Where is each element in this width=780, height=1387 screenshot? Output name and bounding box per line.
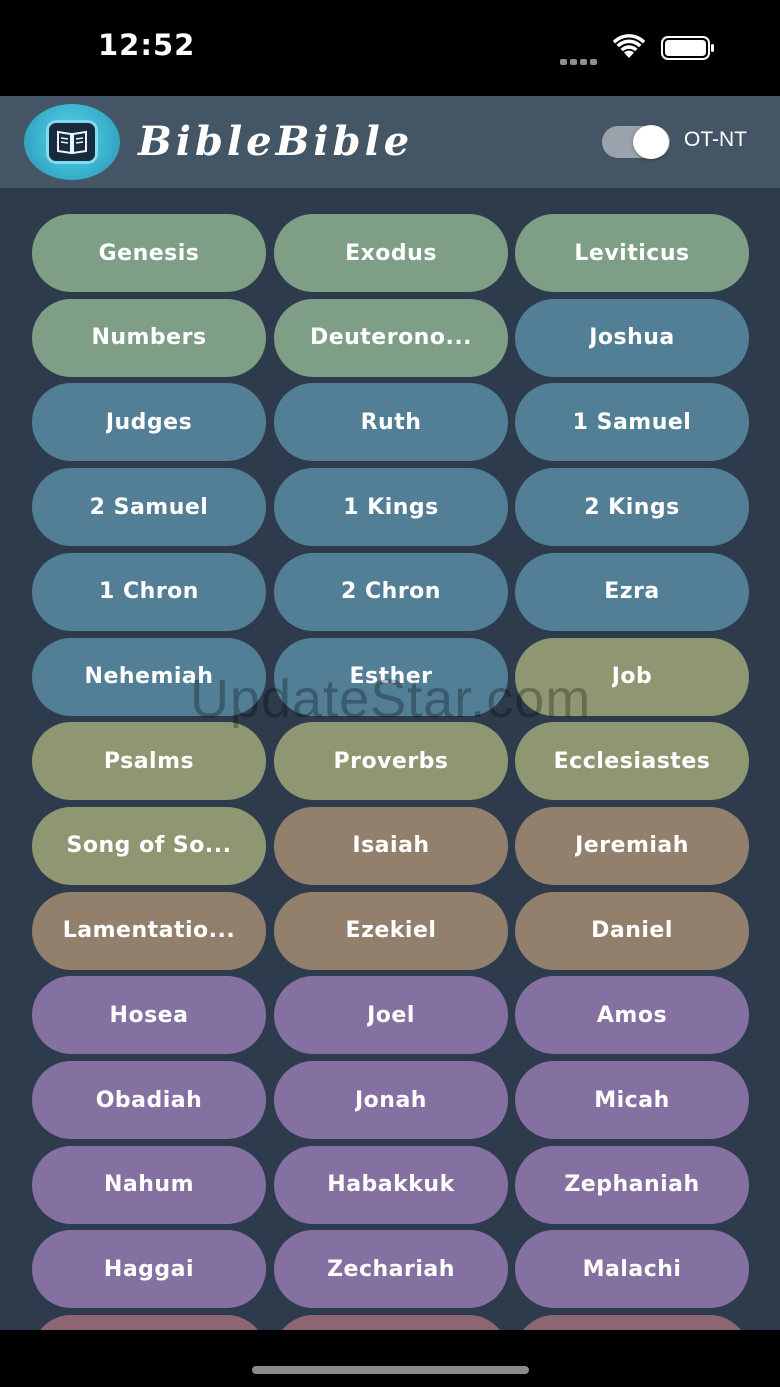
book-label: Zechariah: [327, 1256, 455, 1282]
book-label: Zephaniah: [564, 1172, 700, 1198]
toggle-knob[interactable]: [633, 125, 669, 159]
book-button[interactable]: Malachi: [515, 1230, 749, 1309]
book-label: Amos: [596, 1002, 668, 1028]
book-button[interactable]: Zephaniah: [515, 1145, 749, 1224]
book-label: Numbers: [91, 325, 207, 351]
book-grid: Genesis Exodus Leviticus Numbers Deuterono..…: [0, 188, 780, 1330]
book-button[interactable]: 1 Chron: [32, 552, 266, 631]
book-button[interactable]: [32, 1315, 266, 1330]
book-label: Nehemiah: [84, 664, 214, 689]
toggle-label: OT-NT: [684, 128, 747, 151]
book-button[interactable]: Joshua: [515, 298, 749, 377]
book-label: Nahum: [103, 1172, 194, 1198]
book-button[interactable]: Numbers: [32, 298, 266, 377]
book-button[interactable]: Obadiah: [32, 1061, 266, 1139]
book-button[interactable]: 1 Samuel: [515, 383, 749, 462]
wifi-icon: [612, 34, 646, 58]
book-button[interactable]: Amos: [515, 976, 749, 1055]
book-button[interactable]: Deuterono...: [274, 298, 508, 377]
book-label: Job: [611, 664, 653, 689]
book-label: Micah: [594, 1087, 670, 1113]
book-button[interactable]: Song of So...: [32, 806, 266, 885]
battery-icon: [661, 36, 714, 60]
book-button[interactable]: Haggai: [32, 1230, 266, 1309]
book-label: 2 Kings: [584, 494, 680, 520]
book-label: Exodus: [345, 240, 437, 266]
book-label: 1 Kings: [343, 494, 439, 520]
book-button[interactable]: Jeremiah: [515, 806, 749, 885]
cellular-signal-icon: [560, 50, 600, 65]
book-button[interactable]: Proverbs: [274, 722, 508, 801]
book-label: Haggai: [103, 1256, 195, 1282]
book-label: Joshua: [589, 325, 675, 351]
book-label: 2 Samuel: [89, 494, 209, 520]
book-label: Ruth: [360, 409, 422, 435]
book-button[interactable]: Ezra: [515, 552, 749, 631]
book-label: 1 Chron: [99, 579, 199, 605]
book-button[interactable]: Leviticus: [515, 214, 749, 292]
book-button[interactable]: Psalms: [32, 722, 266, 801]
book-label: Genesis: [98, 240, 200, 266]
book-label: Isaiah: [352, 833, 430, 859]
book-button[interactable]: 2 Kings: [515, 468, 749, 547]
book-button[interactable]: Nahum: [32, 1145, 266, 1224]
book-button[interactable]: Ezekiel: [274, 891, 508, 970]
book-label: Esther: [349, 664, 433, 689]
book-button[interactable]: Isaiah: [274, 806, 508, 885]
book-button[interactable]: 1 Kings: [274, 468, 508, 547]
book-label: 1 Samuel: [572, 409, 692, 435]
book-button[interactable]: Jonah: [274, 1061, 508, 1139]
book-label: Daniel: [591, 918, 673, 944]
book-label: Song of So...: [66, 833, 232, 859]
book-label: Jeremiah: [575, 833, 689, 859]
book-button[interactable]: 2 Samuel: [32, 468, 266, 547]
book-button[interactable]: Habakkuk: [274, 1145, 508, 1224]
book-button[interactable]: [515, 1315, 749, 1330]
book-button[interactable]: Genesis: [32, 214, 266, 292]
status-time: 12:52: [98, 28, 196, 62]
book-label: Deuterono...: [309, 325, 473, 351]
book-button[interactable]: [274, 1315, 508, 1330]
book-button[interactable]: Hosea: [32, 976, 266, 1055]
book-label: Obadiah: [95, 1087, 203, 1113]
book-button[interactable]: Joel: [274, 976, 508, 1055]
app-logo: [24, 104, 120, 180]
ot-nt-toggle[interactable]: [602, 125, 670, 159]
home-indicator[interactable]: [252, 1366, 529, 1374]
status-bar: 12:52: [0, 0, 780, 96]
book-label: Psalms: [103, 748, 195, 774]
book-label: Lamentatio...: [62, 918, 236, 944]
book-icon: [57, 130, 87, 155]
book-button[interactable]: Daniel: [515, 891, 749, 970]
book-button[interactable]: Ruth: [274, 383, 508, 462]
book-label: Habakkuk: [327, 1172, 455, 1198]
home-bar-area: [0, 1330, 780, 1387]
book-label: Ecclesiastes: [553, 748, 711, 774]
book-label: Jonah: [355, 1087, 427, 1113]
book-button[interactable]: Exodus: [274, 214, 508, 292]
book-button[interactable]: Job: [515, 637, 749, 716]
book-button[interactable]: Ecclesiastes: [515, 722, 749, 801]
book-label: Hosea: [109, 1002, 189, 1028]
book-label: Leviticus: [574, 240, 690, 266]
app-header: BibleBible OT-NT: [0, 96, 780, 188]
book-label: 2 Chron: [341, 579, 441, 605]
book-label: Ezekiel: [345, 918, 437, 944]
book-button[interactable]: Nehemiah: [32, 637, 266, 716]
app-title: BibleBible: [138, 118, 414, 165]
book-label: Proverbs: [333, 748, 449, 774]
book-label: Joel: [367, 1002, 415, 1028]
book-label: Ezra: [604, 579, 660, 605]
book-button[interactable]: Esther: [274, 637, 508, 716]
book-button[interactable]: Zechariah: [274, 1230, 508, 1309]
book-button[interactable]: Micah: [515, 1061, 749, 1139]
book-label: Malachi: [582, 1256, 682, 1282]
book-button[interactable]: 2 Chron: [274, 552, 508, 631]
book-button[interactable]: Lamentatio...: [32, 891, 266, 970]
book-button[interactable]: Judges: [32, 383, 266, 462]
book-label: Judges: [105, 409, 193, 435]
